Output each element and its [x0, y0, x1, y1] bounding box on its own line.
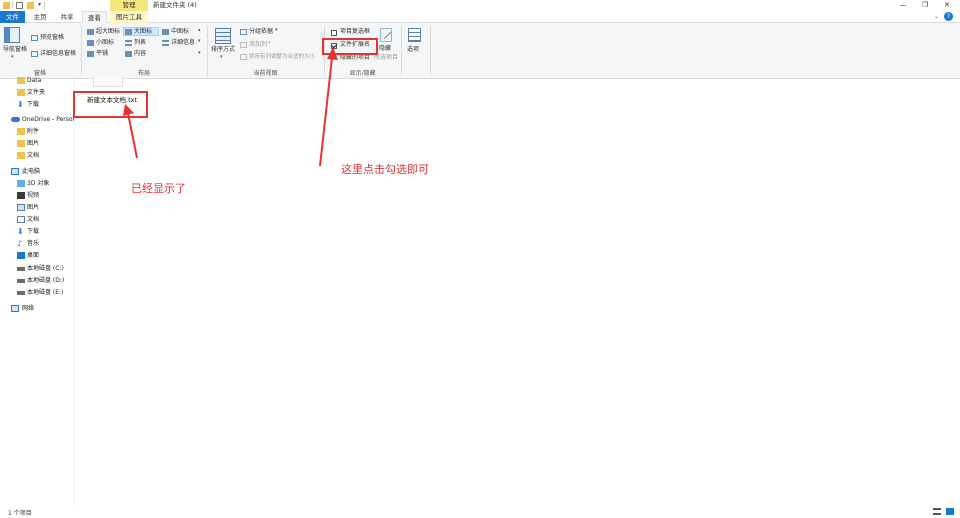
annotation-arrowhead-shown [123, 104, 134, 116]
annotation-click-text: 这里点击勾选即可 [341, 163, 429, 176]
annotation-arrowhead-click [327, 47, 338, 60]
annotation-arrows [123, 47, 338, 167]
annotation-shown-text: 已经显示了 [131, 182, 186, 195]
annotation-arrow-click [319, 57, 333, 167]
annotation-arrow-shown [127, 112, 138, 159]
